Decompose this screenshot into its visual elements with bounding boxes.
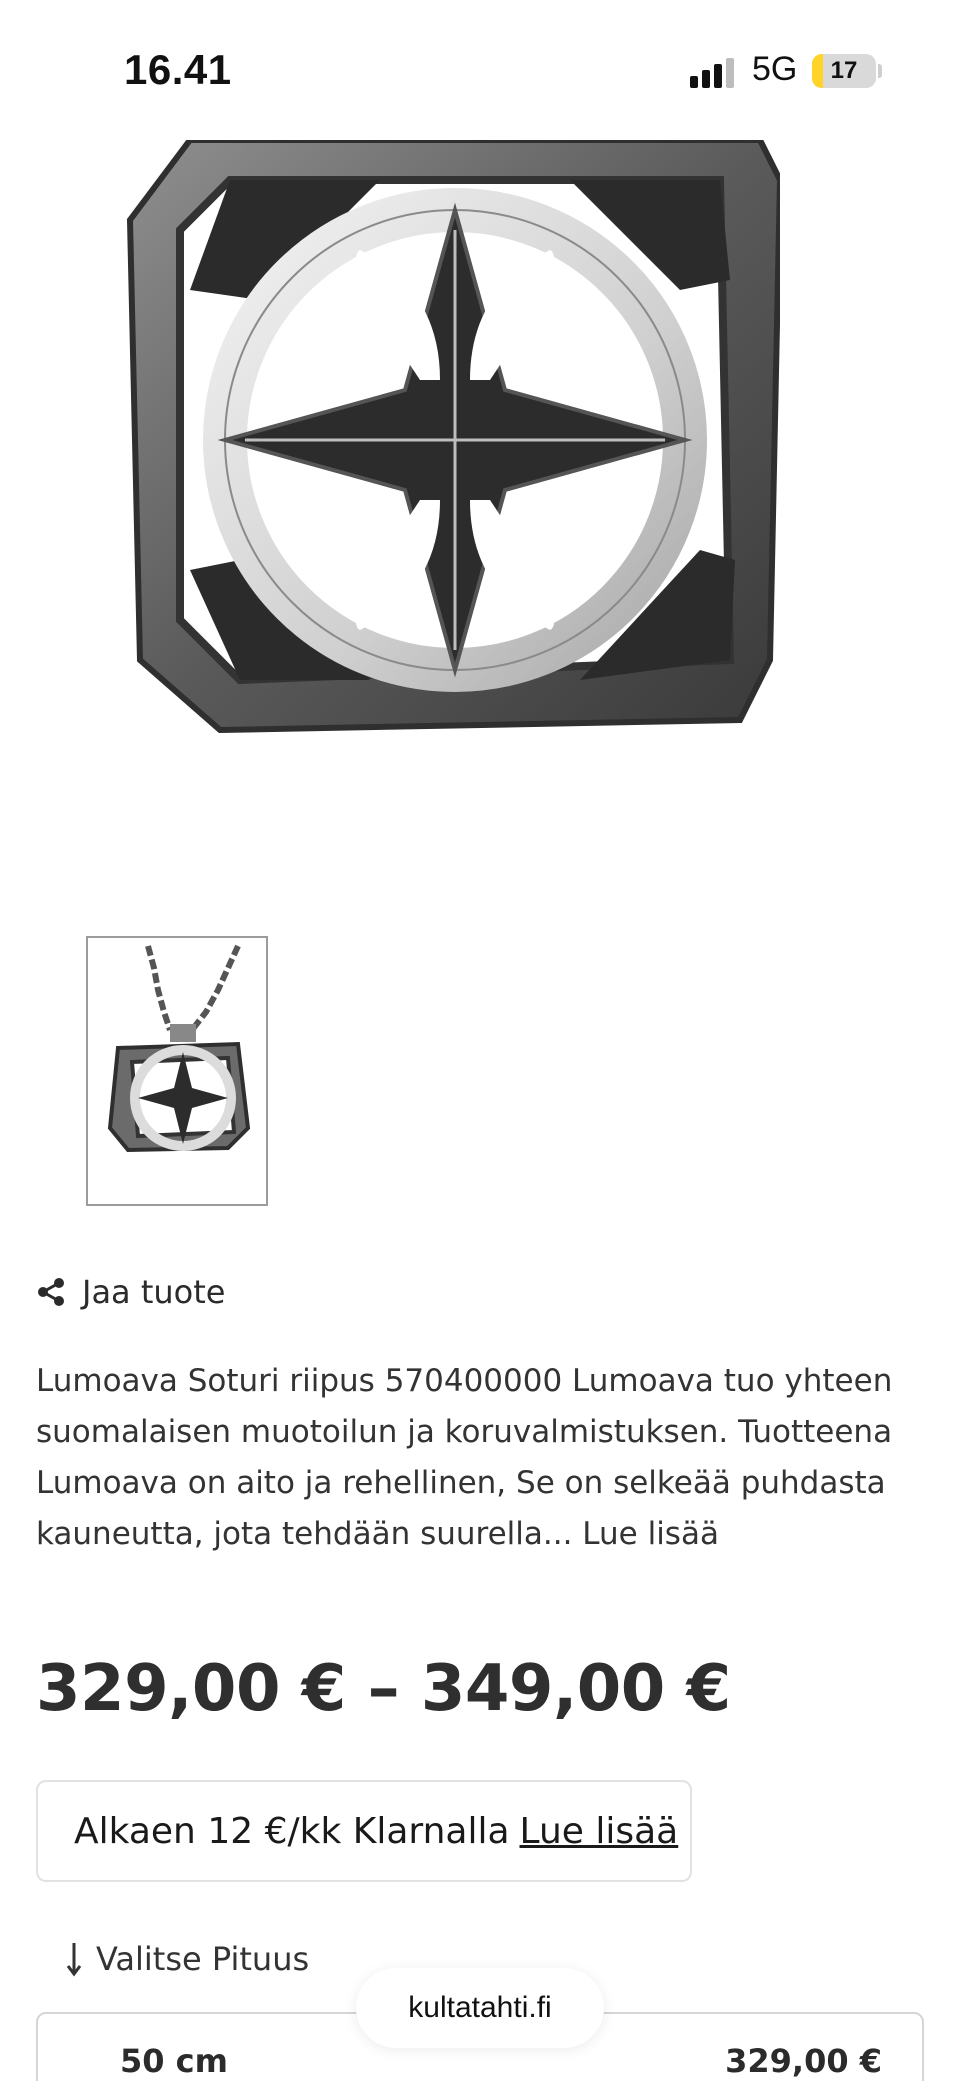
network-type: 5G (752, 50, 798, 88)
cellular-signal-icon (690, 58, 734, 88)
share-product[interactable]: Jaa tuote (36, 1268, 225, 1316)
arrow-down-icon (66, 1943, 82, 1977)
select-length-label: Valitse Pituus (66, 1940, 309, 1978)
battery-icon: 17 (812, 54, 876, 88)
variant-name: 50 cm (120, 2042, 228, 2080)
pendant-image (126, 137, 784, 734)
product-thumbnail[interactable] (86, 936, 268, 1206)
price-range: 329,00 € – 349,00 € (36, 1652, 731, 1726)
battery-percentage: 17 (830, 57, 858, 84)
status-bar: 16.41 5G 17 (0, 0, 960, 140)
klarna-read-more-link[interactable]: Lue lisää (520, 1811, 679, 1852)
product-main-image[interactable] (120, 137, 784, 740)
variant-price: 329,00 € (725, 2042, 882, 2080)
battery-tip (878, 64, 882, 78)
klarna-banner: Alkaen 12 €/kk Klarnalla Lue lisää (36, 1780, 692, 1882)
klarna-text: Alkaen 12 €/kk Klarnalla (74, 1810, 510, 1852)
browser-address-bar[interactable]: kultatahti.fi (356, 1968, 604, 2048)
share-icon (38, 1278, 64, 1306)
pendant-thumbnail (107, 944, 251, 1153)
select-length-text: Valitse Pituus (96, 1940, 310, 1978)
status-time: 16.41 (124, 46, 232, 93)
share-label: Jaa tuote (82, 1273, 226, 1311)
product-description: Lumoava Soturi riipus 570400000 Lumoava … (36, 1363, 893, 1552)
